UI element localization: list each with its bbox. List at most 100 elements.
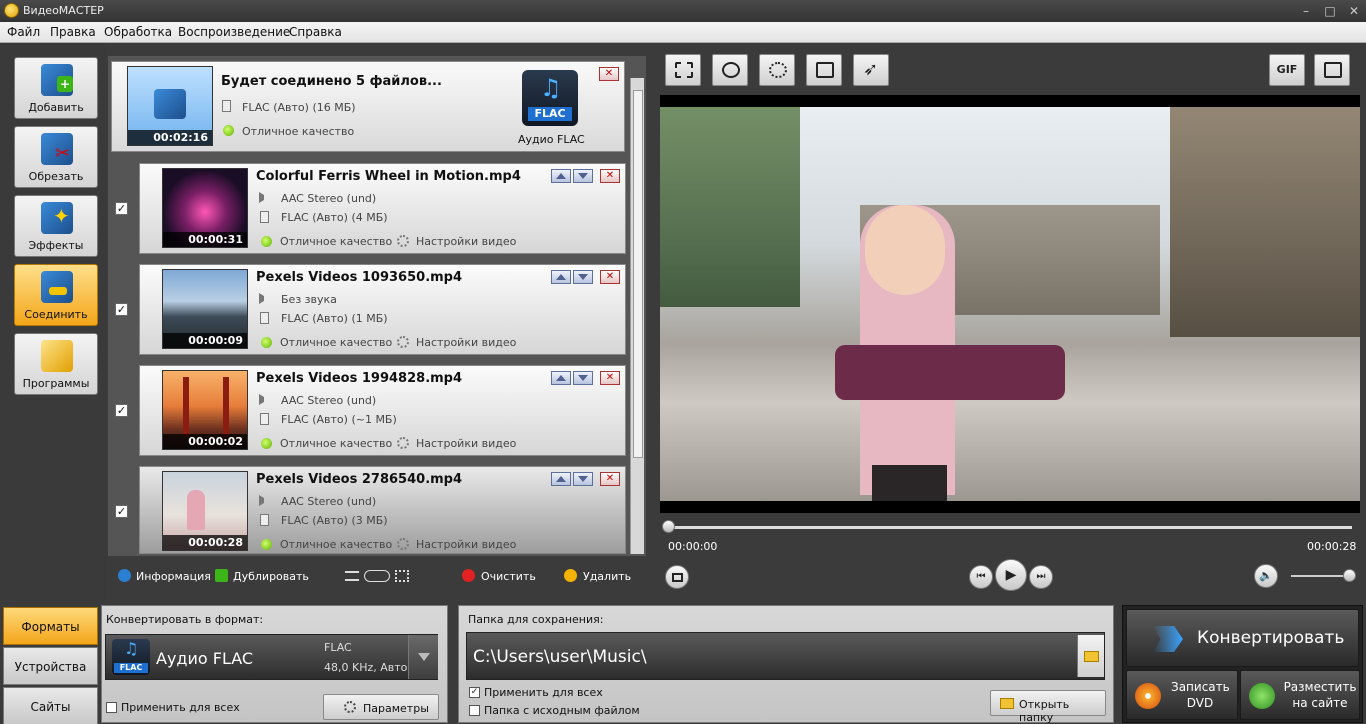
gear-icon[interactable] <box>397 437 409 449</box>
video-preview[interactable] <box>660 95 1360 513</box>
seek-handle[interactable] <box>662 520 675 533</box>
file-quality[interactable]: Отличное качество <box>280 538 392 551</box>
browse-folder-button[interactable] <box>1077 635 1104 677</box>
menu-edit[interactable]: Правка <box>50 25 96 39</box>
open-folder-button[interactable]: Открыть папку <box>990 690 1106 724</box>
minimize-icon[interactable]: – <box>1296 2 1316 20</box>
maximize-icon[interactable]: □ <box>1320 2 1340 20</box>
speed-button[interactable]: ➶ <box>853 54 889 86</box>
menu-processing[interactable]: Обработка <box>104 25 172 39</box>
parameters-button[interactable]: Параметры <box>323 694 439 720</box>
video-settings-link[interactable]: Настройки видео <box>416 437 516 450</box>
file-checkbox[interactable]: ✓ <box>115 202 128 215</box>
sidebar-join-button[interactable]: Соединить <box>14 264 98 326</box>
move-up-button[interactable] <box>551 270 571 284</box>
format-dropdown-button[interactable] <box>408 635 438 679</box>
move-down-button[interactable] <box>573 371 593 385</box>
tab-devices[interactable]: Устройства <box>3 647 98 685</box>
title-bar: ВидеоМАСТЕР – □ ✕ <box>0 0 1366 22</box>
rotate-button[interactable] <box>806 54 842 86</box>
video-settings-link[interactable]: Настройки видео <box>416 235 516 248</box>
file-checkbox[interactable]: ✓ <box>115 505 128 518</box>
move-down-button[interactable] <box>573 472 593 486</box>
tab-formats[interactable]: Форматы <box>3 607 98 645</box>
file-checkbox[interactable]: ✓ <box>115 303 128 316</box>
fullscreen-button[interactable] <box>1314 54 1350 86</box>
burn-dvd-button[interactable]: Записать DVD <box>1126 670 1238 720</box>
flac-format-icon[interactable]: ♫ FLAC <box>522 70 578 126</box>
stabilize-button[interactable] <box>712 54 748 86</box>
source-folder-checkbox[interactable] <box>469 705 480 716</box>
file-quality[interactable]: Отличное качество <box>280 336 392 349</box>
merged-output-card[interactable]: 00:02:16 Будет соединено 5 файлов... FLA… <box>111 61 625 152</box>
convert-button[interactable]: Конвертировать <box>1126 609 1359 667</box>
speaker-icon: 🔈 <box>1259 569 1273 582</box>
speed-icon: ➶ <box>863 59 879 80</box>
next-button[interactable]: ⏭ <box>1029 565 1053 589</box>
list-scrollbar[interactable] <box>630 78 644 554</box>
sidebar-cut-button[interactable]: ✂ Обрезать <box>14 126 98 188</box>
audio-icon <box>259 192 270 203</box>
gear-icon <box>344 701 356 713</box>
gif-button[interactable]: GIF <box>1269 54 1305 86</box>
file-format: FLAC (Авто) (4 МБ) <box>281 211 388 224</box>
prev-button[interactable]: ⏮ <box>969 565 993 589</box>
sidebar-effects-button[interactable]: ✦ Эффекты <box>14 195 98 257</box>
file-thumbnail: 00:00:28 <box>162 471 248 551</box>
sidebar-programs-button[interactable]: Программы <box>14 333 98 395</box>
apply-all-folder-checkbox[interactable]: ✓ <box>469 687 480 698</box>
remove-file-button[interactable]: ✕ <box>600 169 620 183</box>
menu-file[interactable]: Файл <box>7 25 40 39</box>
snapshot-button[interactable] <box>665 565 689 589</box>
play-button[interactable]: ▶ <box>995 559 1027 591</box>
file-item[interactable]: ✓ 00:00:09 Pexels Videos 1093650.mp4 Без… <box>115 264 626 355</box>
menu-playback[interactable]: Воспроизведение <box>178 25 290 39</box>
gear-icon[interactable] <box>397 235 409 247</box>
volume-slider[interactable] <box>1291 575 1349 577</box>
file-checkbox[interactable]: ✓ <box>115 404 128 417</box>
close-icon[interactable]: ✕ <box>1344 2 1364 20</box>
video-settings-link[interactable]: Настройки видео <box>416 336 516 349</box>
move-up-button[interactable] <box>551 371 571 385</box>
crop-button[interactable] <box>665 54 701 86</box>
format-file-icon <box>260 514 269 526</box>
move-down-button[interactable] <box>573 270 593 284</box>
remove-merge-button[interactable]: ✕ <box>599 67 619 81</box>
clear-button[interactable]: Очистить <box>481 570 536 583</box>
list-view-icon[interactable] <box>345 571 359 581</box>
duplicate-button[interactable]: Дублировать <box>233 570 309 583</box>
grid-view-icon[interactable] <box>395 570 409 582</box>
quality-dot-icon <box>261 337 272 348</box>
gear-icon[interactable] <box>397 336 409 348</box>
remove-file-button[interactable]: ✕ <box>600 270 620 284</box>
file-quality[interactable]: Отличное качество <box>280 235 392 248</box>
apply-all-format-checkbox[interactable] <box>106 702 117 713</box>
brightness-button[interactable] <box>759 54 795 86</box>
file-item[interactable]: ✓ 00:00:28 Pexels Videos 2786540.mp4 AAC… <box>115 466 626 554</box>
save-path-input[interactable]: C:\Users\user\Music\ <box>466 632 1105 680</box>
move-down-button[interactable] <box>573 169 593 183</box>
file-item[interactable]: ✓ 00:00:31 Colorful Ferris Wheel in Moti… <box>115 163 626 254</box>
menu-help[interactable]: Справка <box>289 25 342 39</box>
remove-file-button[interactable]: ✕ <box>600 371 620 385</box>
sidebar-add-button[interactable]: + Добавить <box>14 57 98 119</box>
file-duration: 00:00:31 <box>163 232 247 247</box>
scrollbar-thumb[interactable] <box>633 90 643 458</box>
move-up-button[interactable] <box>551 472 571 486</box>
format-selector[interactable]: ♫ FLAC Аудио FLAC FLAC 48,0 KHz, Авто <box>105 634 438 680</box>
remove-file-button[interactable]: ✕ <box>600 472 620 486</box>
file-item[interactable]: ✓ 00:00:02 Pexels Videos 1994828.mp4 AAC… <box>115 365 626 456</box>
upload-site-button[interactable]: Разместить на сайте <box>1240 670 1360 720</box>
video-settings-link[interactable]: Настройки видео <box>416 538 516 551</box>
view-toggle[interactable] <box>364 570 390 582</box>
convert-label: Конвертировать <box>1197 628 1345 648</box>
tab-sites[interactable]: Сайты <box>3 687 98 724</box>
file-quality[interactable]: Отличное качество <box>280 437 392 450</box>
move-up-button[interactable] <box>551 169 571 183</box>
info-button[interactable]: Информация <box>136 570 211 583</box>
delete-button[interactable]: Удалить <box>583 570 631 583</box>
volume-button[interactable]: 🔈 <box>1254 564 1278 588</box>
volume-handle[interactable] <box>1343 569 1356 582</box>
seek-bar[interactable] <box>666 526 1352 529</box>
gear-icon[interactable] <box>397 538 409 550</box>
